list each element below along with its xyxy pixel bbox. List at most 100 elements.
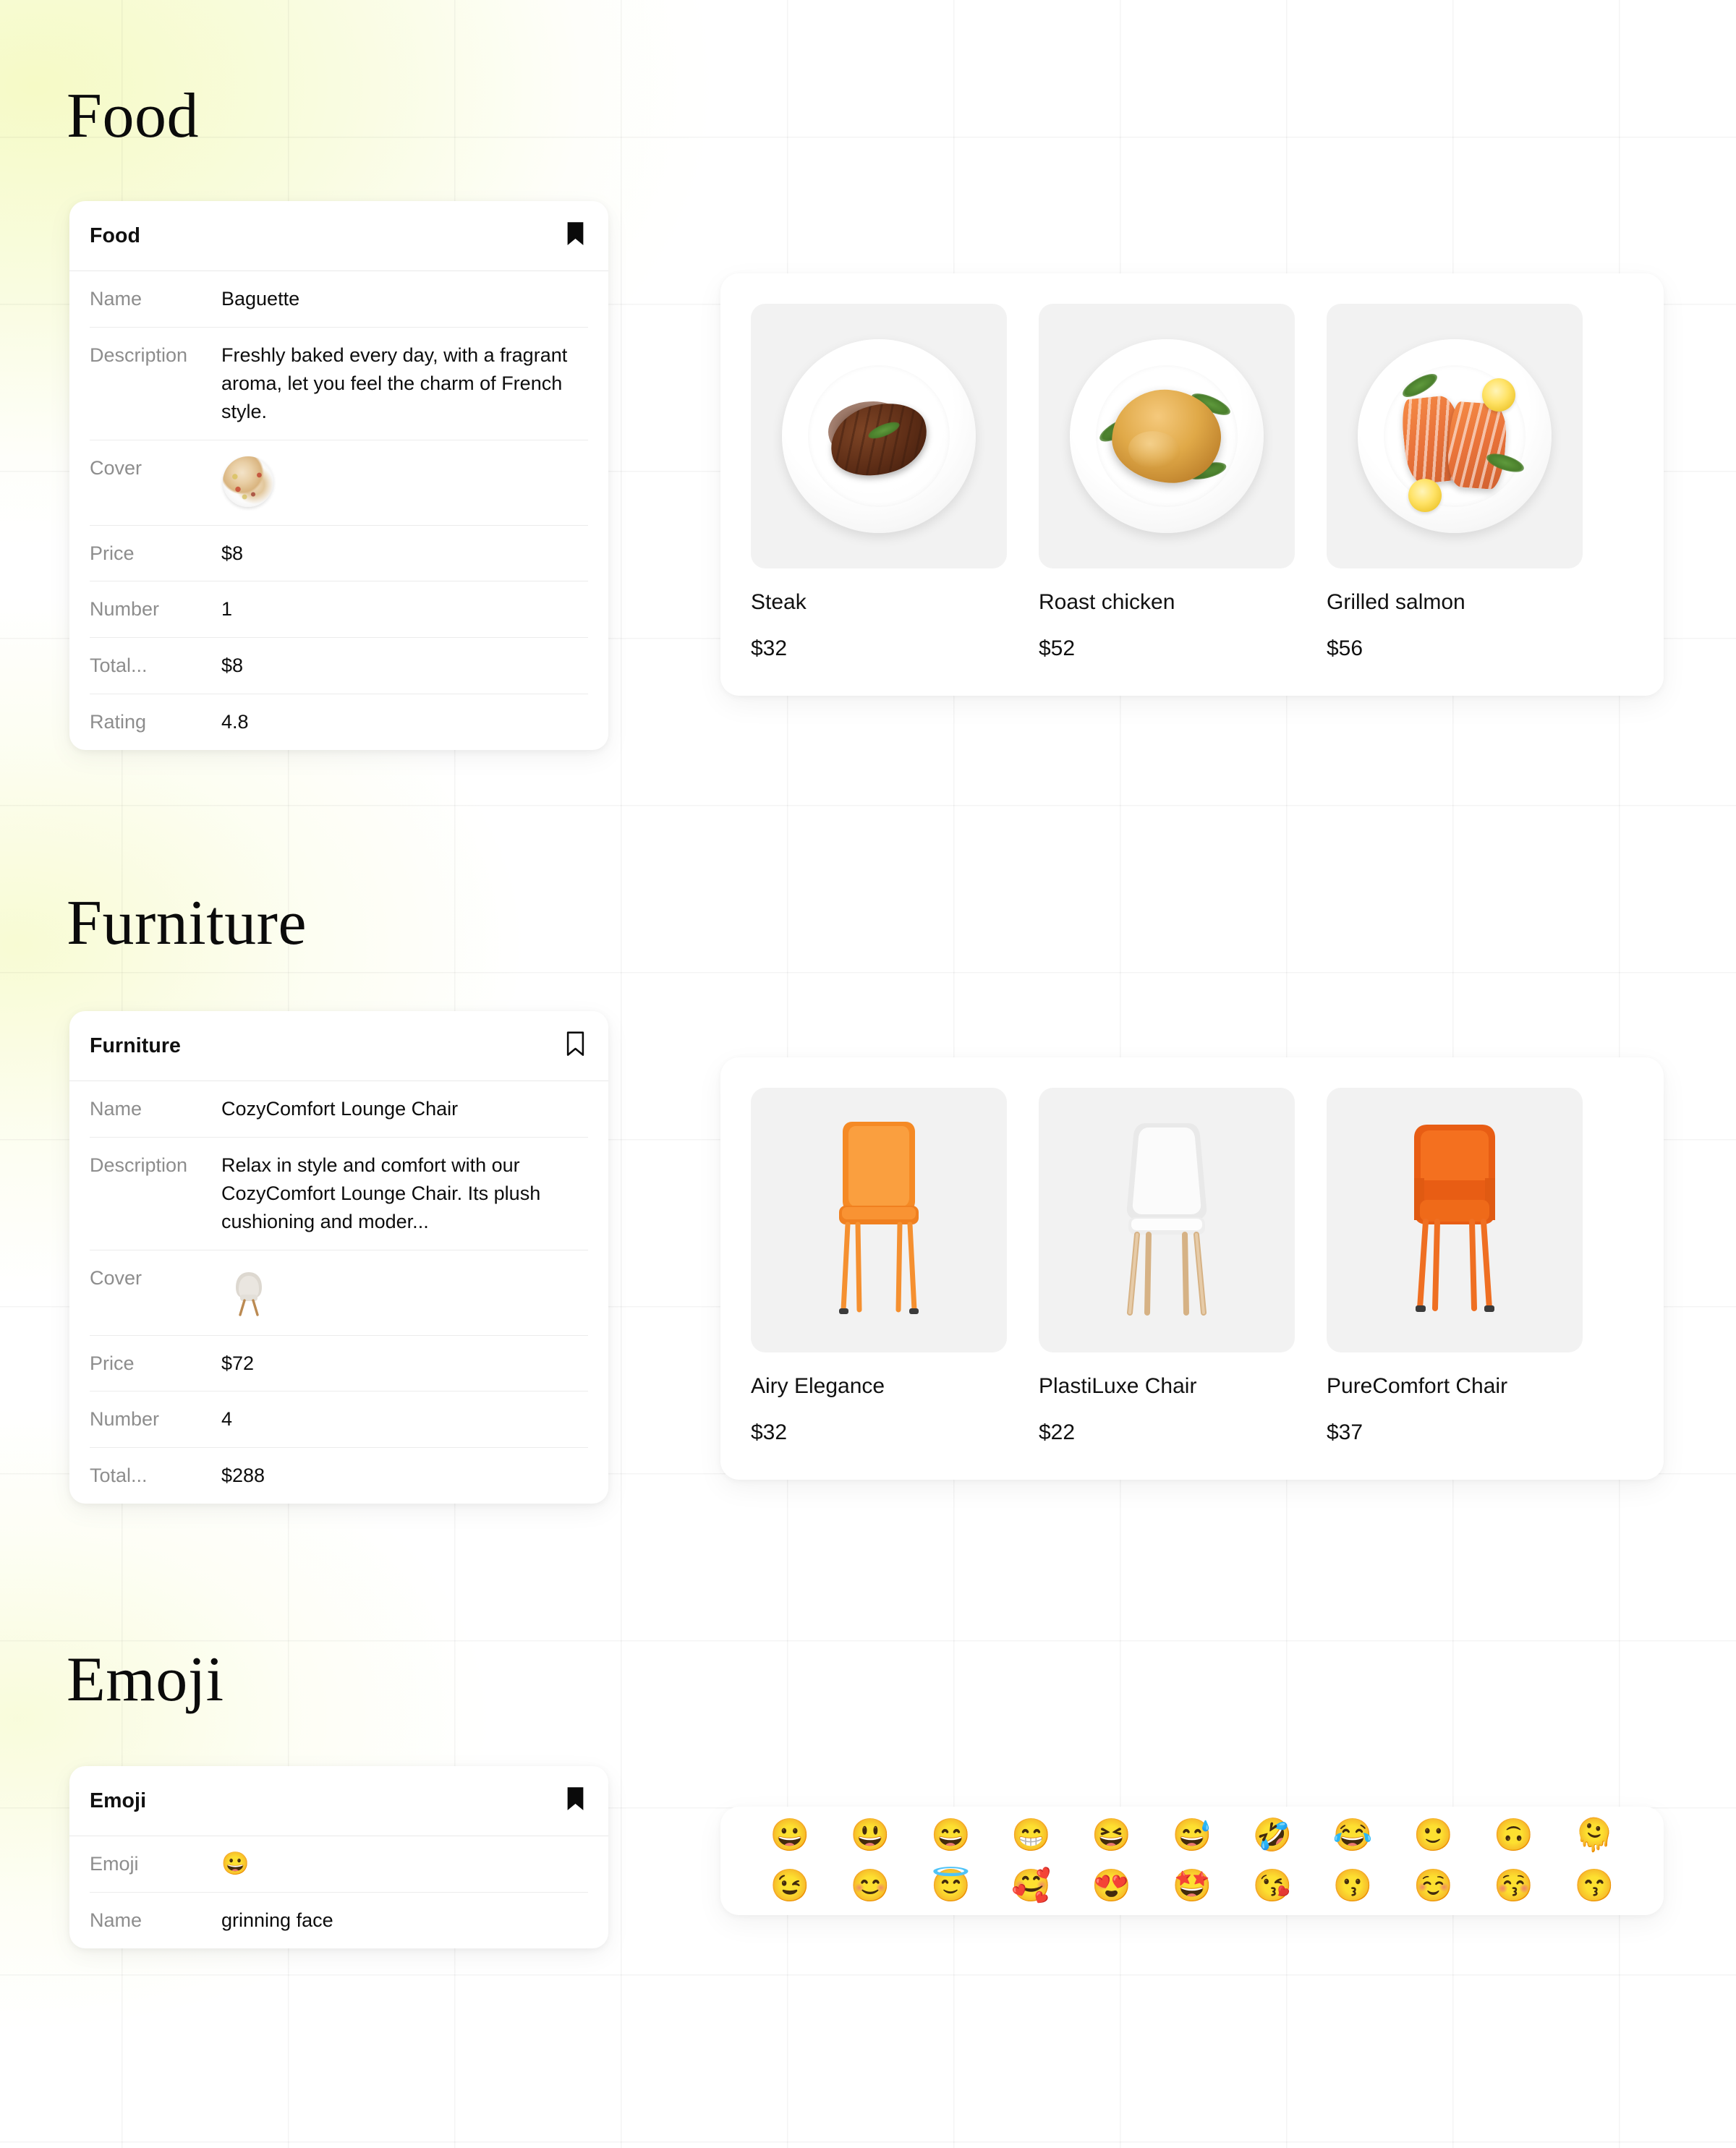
table-row: Price $72 [90,1336,588,1392]
emoji-grid-row-2: 😉 😊 😇 🥰 😍 🤩 😘 😗 ☺️ 😚 😙 [720,1870,1664,1902]
emoji-detail-card[interactable]: Emoji Emoji 😀 Name grinning face [69,1766,608,1948]
section-heading-furniture: Furniture [67,888,307,958]
furniture-card-rows: Name CozyComfort Lounge Chair Descriptio… [69,1081,608,1504]
emoji-cell[interactable]: ☺️ [1413,1870,1454,1902]
product-card-airy-elegance[interactable]: Airy Elegance $32 [751,1088,1007,1445]
emoji-cell[interactable]: 😘 [1252,1870,1293,1902]
emoji-cell[interactable]: 😃 [850,1820,890,1851]
row-value: $8 [221,542,244,564]
furniture-detail-card[interactable]: Furniture Name CozyComfort Lounge Chair … [69,1011,608,1504]
emoji-card-rows: Emoji 😀 Name grinning face [69,1836,608,1948]
product-name: Grilled salmon [1327,590,1465,614]
row-key: Rating [90,711,147,733]
row-key: Name [90,1909,142,1931]
emoji-cell[interactable]: 😍 [1092,1870,1132,1902]
roast-chicken-plate-image [1039,304,1295,568]
table-row: Total... $8 [90,638,588,695]
table-row: Number 1 [90,581,588,639]
table-row: Name grinning face [90,1893,588,1948]
emoji-cell[interactable]: 😚 [1494,1870,1534,1902]
white-wood-leg-chair-image [1039,1088,1295,1352]
furniture-card-header: Furniture [69,1011,608,1081]
emoji-cell[interactable]: 🙂 [1413,1820,1454,1851]
product-name: PureComfort Chair [1327,1374,1508,1398]
lounge-chair-cover-thumbnail [221,1264,276,1319]
orange-armchair-image [1327,1088,1583,1352]
table-row: Price $8 [90,526,588,582]
row-key: Description [90,344,188,366]
table-row: Cover [90,440,588,526]
product-price: $56 [1327,636,1363,660]
row-value: Relax in style and comfort with our Cozy… [221,1154,541,1232]
row-key: Cover [90,456,142,479]
product-card-roast-chicken[interactable]: Roast chicken $52 [1039,304,1295,661]
row-key: Emoji [90,1853,139,1875]
row-key: Name [90,288,142,310]
emoji-cell[interactable]: 😁 [1011,1820,1052,1851]
row-value: 1 [221,598,233,621]
table-row: Number 4 [90,1391,588,1449]
emoji-grid-row-1: 😀 😃 😄 😁 😆 😅 🤣 😂 🙂 🙃 🫠 [720,1820,1664,1851]
food-card-title: Food [90,223,141,247]
row-value [221,1264,588,1319]
row-key: Description [90,1154,188,1176]
row-key: Total... [90,1465,148,1487]
emoji-cell[interactable]: 😊 [850,1870,890,1902]
product-price: $52 [1039,636,1076,660]
emoji-cell[interactable]: 😅 [1172,1820,1212,1851]
table-row: Description Relax in style and comfort w… [90,1138,588,1250]
emoji-cell[interactable]: 🥰 [1011,1870,1052,1902]
emoji-cell[interactable]: 😄 [930,1820,971,1851]
emoji-cell[interactable]: 😆 [1092,1820,1132,1851]
emoji-cell[interactable]: 🤩 [1172,1870,1212,1902]
product-card-purecomfort-chair[interactable]: PureComfort Chair $37 [1327,1088,1583,1445]
product-price: $22 [1039,1420,1076,1444]
product-name: Steak [751,590,807,614]
bookmark-outline-icon[interactable] [565,1031,586,1061]
steak-plate-image [751,304,1007,568]
product-name: PlastiLuxe Chair [1039,1374,1197,1398]
bookmark-filled-icon[interactable] [565,221,586,251]
emoji-cell[interactable]: 😀 [770,1820,810,1851]
emoji-card-header: Emoji [69,1766,608,1836]
section-heading-emoji: Emoji [67,1645,224,1715]
table-row: Total... $288 [90,1448,588,1504]
bookmark-filled-icon[interactable] [565,1786,586,1816]
emoji-cell[interactable]: 🙃 [1494,1820,1534,1851]
emoji-cell[interactable]: 😗 [1332,1870,1373,1902]
section-heading-food: Food [67,81,199,151]
product-card-plastiluxe-chair[interactable]: PlastiLuxe Chair $22 [1039,1088,1295,1445]
table-row: Name Baguette [90,271,588,328]
furniture-product-panel: Airy Elegance $32 PlastiLuxe Chair $22 P… [720,1057,1664,1480]
row-value: $288 [221,1465,265,1487]
row-value-emoji: 😀 [221,1851,250,1876]
product-price: $32 [751,1420,788,1444]
emoji-grid-panel: 😀 😃 😄 😁 😆 😅 🤣 😂 🙂 🙃 🫠 😉 😊 😇 🥰 😍 🤩 😘 😗 ☺️… [720,1807,1664,1915]
food-product-panel: Steak $32 Roast chicken $52 Grilled salm… [720,273,1664,696]
row-value: 4.8 [221,711,249,733]
row-key: Cover [90,1266,142,1289]
orange-side-chair-image [751,1088,1007,1352]
food-card-rows: Name Baguette Description Freshly baked … [69,271,608,750]
table-row: Name CozyComfort Lounge Chair [90,1081,588,1138]
baguette-cover-thumbnail [221,454,276,509]
product-card-grilled-salmon[interactable]: Grilled salmon $56 [1327,304,1583,661]
row-value [221,454,588,509]
row-key: Total... [90,655,148,677]
emoji-cell[interactable]: 🫠 [1574,1820,1614,1851]
table-row: Rating 4.8 [90,694,588,750]
emoji-cell[interactable]: 😂 [1332,1820,1373,1851]
row-key: Number [90,598,160,621]
row-value: Freshly baked every day, with a fragrant… [221,344,568,422]
emoji-cell[interactable]: 🤣 [1252,1820,1293,1851]
emoji-cell[interactable]: 😙 [1574,1870,1614,1902]
product-card-steak[interactable]: Steak $32 [751,304,1007,661]
food-detail-card[interactable]: Food Name Baguette Description Freshly b… [69,201,608,750]
row-value: $72 [221,1352,255,1374]
row-key: Price [90,542,135,564]
product-price: $32 [751,636,788,660]
emoji-cell[interactable]: 😇 [930,1870,971,1902]
table-row: Emoji 😀 [90,1836,588,1893]
row-key: Name [90,1098,142,1120]
emoji-cell[interactable]: 😉 [770,1870,810,1902]
